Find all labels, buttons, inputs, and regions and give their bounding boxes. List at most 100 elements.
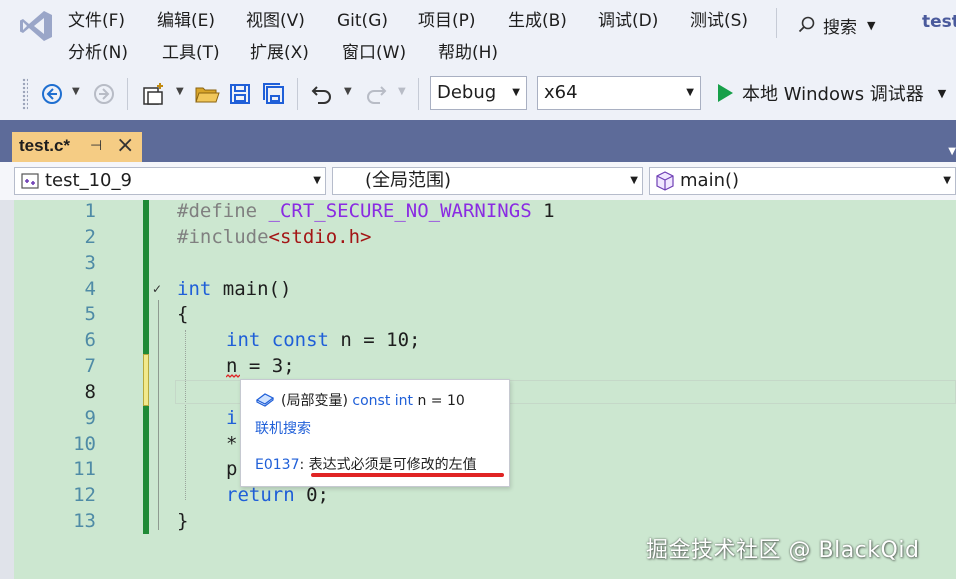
line-number: 3 bbox=[84, 252, 96, 274]
close-icon[interactable]: × bbox=[116, 133, 134, 158]
back-arrow-icon bbox=[42, 84, 62, 104]
undo-icon bbox=[311, 86, 331, 104]
folder-open-icon bbox=[195, 87, 220, 103]
chevron-down-icon: ▼ bbox=[937, 86, 947, 100]
tab-test-c[interactable]: test.c* ⊣ × bbox=[12, 132, 142, 162]
declaration-keyword: const int bbox=[352, 393, 414, 409]
toolbar-separator bbox=[127, 78, 128, 110]
configuration-select[interactable]: Debug ▼ bbox=[430, 76, 527, 110]
macro-name: _CRT_SECURE_NO_WARNINGS bbox=[268, 200, 532, 222]
line-number: 11 bbox=[73, 458, 96, 480]
code-text: p bbox=[226, 458, 238, 480]
menu-project[interactable]: 项目(P) bbox=[418, 10, 476, 32]
keyword: int bbox=[177, 278, 212, 300]
preprocessor-directive: #include bbox=[177, 226, 269, 248]
indent-guide bbox=[185, 330, 187, 500]
error-message: E0137: 表达式必须是可修改的左值 bbox=[255, 454, 477, 474]
line-number: 13 bbox=[73, 510, 96, 532]
scope-value: (全局范围) bbox=[365, 170, 452, 191]
scope-text: (局部变量) bbox=[281, 393, 348, 409]
chevron-down-icon: ▼ bbox=[943, 175, 951, 186]
code-text: } bbox=[177, 510, 189, 532]
visual-studio-logo-icon[interactable] bbox=[18, 8, 54, 44]
code-text: 0; bbox=[294, 484, 329, 506]
line-number: 6 bbox=[84, 329, 96, 351]
save-all-button[interactable] bbox=[260, 80, 288, 108]
redo-button[interactable] bbox=[362, 80, 390, 108]
error-code-link[interactable]: E0137 bbox=[255, 457, 299, 473]
code-text: n = 10; bbox=[328, 329, 421, 351]
chevron-down-icon[interactable]: ▼ bbox=[176, 86, 184, 97]
member-select[interactable]: main() ▼ bbox=[649, 167, 956, 195]
toolbar-grip[interactable] bbox=[22, 78, 28, 110]
toolbar-separator bbox=[297, 78, 298, 110]
watermark: 掘金技术社区 @ BlackQid bbox=[646, 538, 920, 563]
new-project-button[interactable] bbox=[140, 80, 168, 108]
chevron-down-icon: ▼ bbox=[313, 175, 321, 186]
collapse-chevron-icon[interactable]: ✓ bbox=[152, 282, 162, 296]
menu-window[interactable]: 窗口(W) bbox=[342, 42, 406, 64]
menu-edit[interactable]: 编辑(E) bbox=[157, 10, 215, 32]
platform-select[interactable]: x64 ▼ bbox=[537, 76, 701, 110]
editor-left-margin bbox=[0, 200, 14, 579]
tab-overflow-icon[interactable]: ▼ bbox=[948, 146, 956, 157]
open-file-button[interactable] bbox=[193, 80, 221, 108]
start-debugging-button[interactable]: 本地 Windows 调试器 ▼ bbox=[716, 78, 946, 108]
line-number: 2 bbox=[84, 226, 96, 248]
menu-build[interactable]: 生成(B) bbox=[508, 10, 567, 32]
navigate-forward-button[interactable] bbox=[90, 80, 118, 108]
preprocessor-directive: #define bbox=[177, 200, 258, 222]
toolbar-separator bbox=[418, 78, 419, 110]
menu-file[interactable]: 文件(F) bbox=[68, 10, 125, 32]
code-text: i bbox=[226, 407, 238, 429]
keyword: const bbox=[271, 329, 329, 351]
navigation-bar: test_10_9 ▼ (全局范围) ▼ main() ▼ bbox=[0, 162, 956, 201]
line-number: 12 bbox=[73, 484, 96, 506]
undo-button[interactable] bbox=[308, 80, 336, 108]
error-squiggle[interactable] bbox=[226, 374, 240, 378]
save-icon bbox=[230, 84, 250, 104]
chevron-down-icon[interactable]: ▼ bbox=[344, 86, 352, 97]
menu-help[interactable]: 帮助(H) bbox=[438, 42, 498, 64]
save-all-icon bbox=[263, 83, 284, 104]
code-line-5: { bbox=[177, 301, 188, 327]
chevron-down-icon[interactable]: ▼ bbox=[398, 86, 406, 97]
project-select[interactable]: test_10_9 ▼ bbox=[14, 167, 326, 195]
chevron-down-icon: ▼ bbox=[686, 87, 694, 98]
code-text: { bbox=[177, 303, 189, 325]
search-button[interactable]: 搜索 ▼ bbox=[797, 11, 875, 39]
menu-test[interactable]: 测试(S) bbox=[690, 10, 748, 32]
menu-analyze[interactable]: 分析(N) bbox=[68, 42, 128, 64]
outline-line bbox=[158, 300, 159, 530]
line-number: 5 bbox=[84, 303, 96, 325]
line-number: 1 bbox=[84, 200, 96, 222]
menu-debug[interactable]: 调试(D) bbox=[598, 10, 658, 32]
search-label: 搜索 bbox=[823, 17, 857, 38]
code-line-10: * bbox=[226, 431, 237, 457]
solution-name: test bbox=[922, 12, 956, 32]
code-line-2: #include<stdio.h> bbox=[177, 224, 371, 250]
online-search-link[interactable]: 联机搜索 bbox=[255, 418, 311, 438]
redo-icon bbox=[367, 86, 387, 104]
platform-value: x64 bbox=[544, 82, 578, 103]
variable-declaration: (局部变量) const int n = 10 bbox=[281, 390, 465, 410]
menu-separator bbox=[776, 8, 777, 38]
code-line-1: #define _CRT_SECURE_NO_WARNINGS 1 bbox=[177, 198, 555, 224]
chevron-down-icon: ▼ bbox=[867, 18, 876, 32]
configuration-value: Debug bbox=[437, 82, 497, 103]
line-number: 7 bbox=[84, 355, 96, 377]
scope-select[interactable]: (全局范围) ▼ bbox=[332, 167, 643, 195]
project-value: test_10_9 bbox=[45, 170, 132, 191]
navigate-back-button[interactable] bbox=[38, 80, 66, 108]
menu-git[interactable]: Git(G) bbox=[337, 10, 388, 32]
tab-title: test.c* bbox=[19, 136, 71, 155]
save-button[interactable] bbox=[226, 80, 254, 108]
search-icon bbox=[798, 16, 815, 33]
menu-view[interactable]: 视图(V) bbox=[246, 10, 305, 32]
pin-icon[interactable]: ⊣ bbox=[90, 138, 102, 154]
annotation-underline bbox=[311, 473, 504, 477]
menu-tools[interactable]: 工具(T) bbox=[162, 42, 220, 64]
chevron-down-icon[interactable]: ▼ bbox=[72, 86, 80, 97]
menu-extensions[interactable]: 扩展(X) bbox=[250, 42, 309, 64]
chevron-down-icon: ▼ bbox=[630, 175, 638, 186]
